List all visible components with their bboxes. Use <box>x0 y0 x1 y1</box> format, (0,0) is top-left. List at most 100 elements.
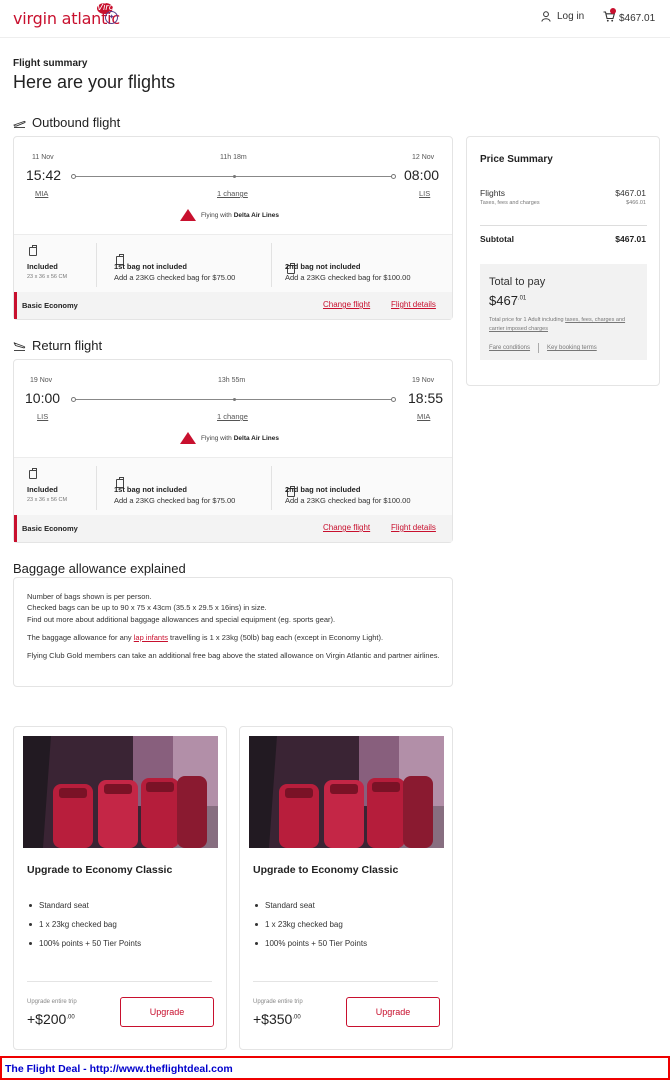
cabin-bag-icon <box>29 245 37 256</box>
divider <box>538 343 540 353</box>
summary-kicker: Flight summary <box>13 58 88 69</box>
outbound-stops-link[interactable]: 1 change <box>217 189 248 198</box>
operator-prefix: Flying with <box>201 211 232 219</box>
upgrade-price-main: +$350 <box>253 1011 293 1027</box>
outbound-origin-code[interactable]: MIA <box>35 189 48 198</box>
baggage-line-4: The baggage allowance for any lap infant… <box>27 633 383 643</box>
outbound-duration: 11h 18m <box>220 154 247 161</box>
route-origin-dot <box>71 174 76 179</box>
outbound-flight-card: 11 Nov 11h 18m 12 Nov 15:42 08:00 MIA 1 … <box>13 136 453 320</box>
route-origin-dot <box>71 397 76 402</box>
delta-logo-icon <box>180 432 196 444</box>
upgrade-price-cents: .00 <box>66 1014 75 1021</box>
upgrade-feature: 100% points + 50 Tier Points <box>29 939 141 948</box>
flight-details-link[interactable]: Flight details <box>391 523 436 532</box>
divider <box>96 243 97 287</box>
route-destination-dot <box>391 174 396 179</box>
upgrade-feature: 100% points + 50 Tier Points <box>255 939 367 948</box>
key-booking-terms-link[interactable]: Key booking terms <box>547 345 597 351</box>
plane-landing-icon <box>13 341 26 351</box>
return-operator: Flying with Delta Air Lines <box>180 432 279 444</box>
virgin-atlantic-logo[interactable]: virgin atlantic Virgin <box>13 3 122 28</box>
bag2-title: 2nd bag not included <box>285 262 361 271</box>
upgrade-button[interactable]: Upgrade <box>346 997 440 1027</box>
outbound-operator: Flying with Delta Air Lines <box>180 209 279 221</box>
terms-links: Fare conditions Key booking terms <box>489 343 597 353</box>
flight-deal-link[interactable]: The Flight Deal - http://www.theflightde… <box>5 1063 233 1075</box>
fare-name: Basic Economy <box>22 524 78 533</box>
outbound-fare-band: Basic Economy Change flight Flight detai… <box>14 292 452 319</box>
flight-details-link[interactable]: Flight details <box>391 300 436 309</box>
login-link[interactable]: Log in <box>541 11 584 22</box>
basket-button[interactable]: $467.01 <box>603 8 656 25</box>
return-duration: 13h 55m <box>218 377 246 384</box>
upgrade-title: Upgrade to Economy Classic <box>27 864 173 876</box>
divider <box>271 466 272 510</box>
bag2-title: 2nd bag not included <box>285 485 361 494</box>
baggage-line-4-prefix: The baggage allowance for any <box>27 633 132 642</box>
upgrade-price: +$200.00 <box>27 1011 75 1027</box>
change-flight-link[interactable]: Change flight <box>323 300 370 309</box>
baggage-line-5: Flying Club Gold members can take an add… <box>27 651 440 660</box>
upgrade-label: Upgrade entire trip <box>253 999 303 1005</box>
outbound-heading: Outbound flight <box>13 115 120 130</box>
operator-name: Delta Air Lines <box>233 211 279 219</box>
bag-included-size: 23 x 36 x 56 CM <box>27 497 68 503</box>
basket-total: $467.01 <box>619 12 656 24</box>
return-flight-card: 19 Nov 13h 55m 19 Nov 10:00 18:55 LIS 1 … <box>13 359 453 543</box>
flights-value: $467.01 <box>615 188 646 198</box>
total-price: $467.01 <box>489 293 526 308</box>
user-icon <box>541 11 551 22</box>
bag-included-title: Included <box>27 485 58 494</box>
cabin-bag-icon <box>29 468 37 479</box>
outbound-heading-label: Outbound flight <box>32 115 121 130</box>
route-stop-dot <box>233 398 236 401</box>
operator-prefix: Flying with <box>201 434 232 442</box>
return-stops-link[interactable]: 1 change <box>217 412 248 421</box>
upgrade-title: Upgrade to Economy Classic <box>253 864 399 876</box>
divider <box>253 981 438 982</box>
bag1-title: 1st bag not included <box>114 485 187 494</box>
upgrade-card: Upgrade to Economy Classic Standard seat… <box>239 726 453 1050</box>
upgrade-price-cents: .00 <box>292 1014 301 1021</box>
price-summary-card: Price Summary Flights $467.01 Taxes, fee… <box>466 136 660 386</box>
return-arrival-date: 19 Nov <box>412 377 435 384</box>
baggage-info-card: Number of bags shown is per person. Chec… <box>13 577 453 687</box>
subtotal-label: Subtotal <box>480 234 514 244</box>
taxes-label: Taxes, fees and charges <box>480 200 540 206</box>
bag2-offer: Add a 23KG checked bag for $100.00 <box>285 273 411 282</box>
baggage-line-1: Number of bags shown is per person. <box>27 592 152 601</box>
taxes-value: $466.01 <box>626 200 646 206</box>
return-destination-code[interactable]: MIA <box>417 412 430 421</box>
return-origin-code[interactable]: LIS <box>37 412 48 421</box>
bag-included-size: 23 x 36 x 56 CM <box>27 274 68 280</box>
return-arrival-time: 18:55 <box>408 390 444 406</box>
price-summary-title: Price Summary <box>480 154 553 165</box>
fare-conditions-link[interactable]: Fare conditions <box>489 345 530 351</box>
divider <box>480 225 647 226</box>
outbound-destination-code[interactable]: LIS <box>419 189 430 198</box>
total-to-pay-panel: Total to pay $467.01 Total price for 1 A… <box>480 264 647 360</box>
baggage-heading: Baggage allowance explained <box>13 561 186 576</box>
upgrade-card: Upgrade to Economy Classic Standard seat… <box>13 726 227 1050</box>
baggage-line-3: Find out more about additional baggage a… <box>27 615 336 624</box>
bag2-offer: Add a 23KG checked bag for $100.00 <box>285 496 411 505</box>
route-stop-dot <box>233 175 236 178</box>
cabin-seats-image <box>249 736 444 848</box>
upgrade-feature: Standard seat <box>255 901 315 910</box>
bag1-title: 1st bag not included <box>114 262 187 271</box>
return-baggage-row: Included 23 x 36 x 56 CM 1st bag not inc… <box>14 457 452 515</box>
outbound-departure-date: 11 Nov <box>32 154 54 161</box>
total-note-prefix: Total price for 1 Adult including <box>489 317 564 323</box>
divider <box>96 466 97 510</box>
lap-infants-link[interactable]: lap infants <box>134 633 168 642</box>
divider <box>271 243 272 287</box>
partner-seal-icon: ✦ <box>105 11 118 24</box>
login-label: Log in <box>557 11 585 22</box>
change-flight-link[interactable]: Change flight <box>323 523 370 532</box>
divider <box>27 981 212 982</box>
upgrade-button[interactable]: Upgrade <box>120 997 214 1027</box>
outbound-departure-time: 15:42 <box>26 167 62 183</box>
baggage-line-4-suffix: travelling is 1 x 23kg (50lb) bag each (… <box>170 633 384 642</box>
bag1-offer: Add a 23KG checked bag for $75.00 <box>114 496 236 505</box>
